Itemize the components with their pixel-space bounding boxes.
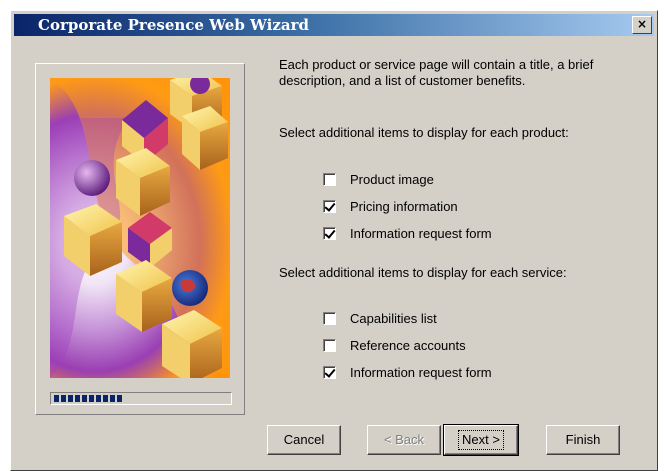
pricing-information-label: Pricing information	[350, 198, 458, 214]
back-button[interactable]: < Back	[367, 425, 441, 455]
progress-segment	[82, 395, 87, 402]
progress-segment	[68, 395, 73, 402]
finish-button[interactable]: Finish	[546, 425, 620, 455]
progress-segment	[103, 395, 108, 402]
checkbox-product-info-request-form[interactable]: Information request form	[323, 224, 492, 242]
checkbox-product-image[interactable]: Product image	[323, 170, 434, 188]
wizard-illustration-frame	[35, 63, 245, 415]
checkbox-service-info-request-form[interactable]: Information request form	[323, 363, 492, 381]
progress-segment	[75, 395, 80, 402]
reference-accounts-checkbox[interactable]	[323, 338, 336, 352]
progress-segment	[54, 395, 59, 402]
window-title: Corporate Presence Web Wizard	[38, 16, 309, 34]
product-image-checkbox[interactable]	[323, 172, 336, 186]
progress-segment	[110, 395, 115, 402]
product-section-label: Select additional items to display for e…	[279, 125, 569, 140]
service-section-label: Select additional items to display for e…	[279, 265, 567, 280]
product-info-request-form-label: Information request form	[350, 225, 492, 241]
service-info-request-form-label: Information request form	[350, 364, 492, 380]
progress-segment	[61, 395, 66, 402]
checkbox-capabilities-list[interactable]: Capabilities list	[323, 309, 437, 327]
boxes-illustration-icon	[50, 78, 230, 378]
close-button[interactable]: ×	[632, 16, 652, 34]
progress-segment	[117, 395, 122, 402]
checkbox-pricing-information[interactable]: Pricing information	[323, 197, 458, 215]
progress-segment	[89, 395, 94, 402]
product-info-request-form-checkbox[interactable]	[323, 226, 336, 240]
progress-segment	[96, 395, 101, 402]
capabilities-list-checkbox[interactable]	[323, 311, 336, 325]
reference-accounts-label: Reference accounts	[350, 337, 466, 353]
product-image-label: Product image	[350, 171, 434, 187]
wizard-progress-bar	[50, 390, 232, 405]
wizard-dialog: Corporate Presence Web Wizard × Each pro…	[10, 10, 658, 471]
checkbox-reference-accounts[interactable]: Reference accounts	[323, 336, 466, 354]
wizard-illustration	[50, 78, 230, 378]
cancel-button[interactable]: Cancel	[267, 425, 341, 455]
progress-fill	[54, 395, 122, 402]
pricing-information-checkbox[interactable]	[323, 199, 336, 213]
capabilities-list-label: Capabilities list	[350, 310, 437, 326]
next-button[interactable]: Next >	[443, 424, 519, 456]
title-bar[interactable]: Corporate Presence Web Wizard ×	[14, 14, 654, 36]
service-info-request-form-checkbox[interactable]	[323, 365, 336, 379]
intro-text: Each product or service page will contai…	[279, 57, 594, 88]
